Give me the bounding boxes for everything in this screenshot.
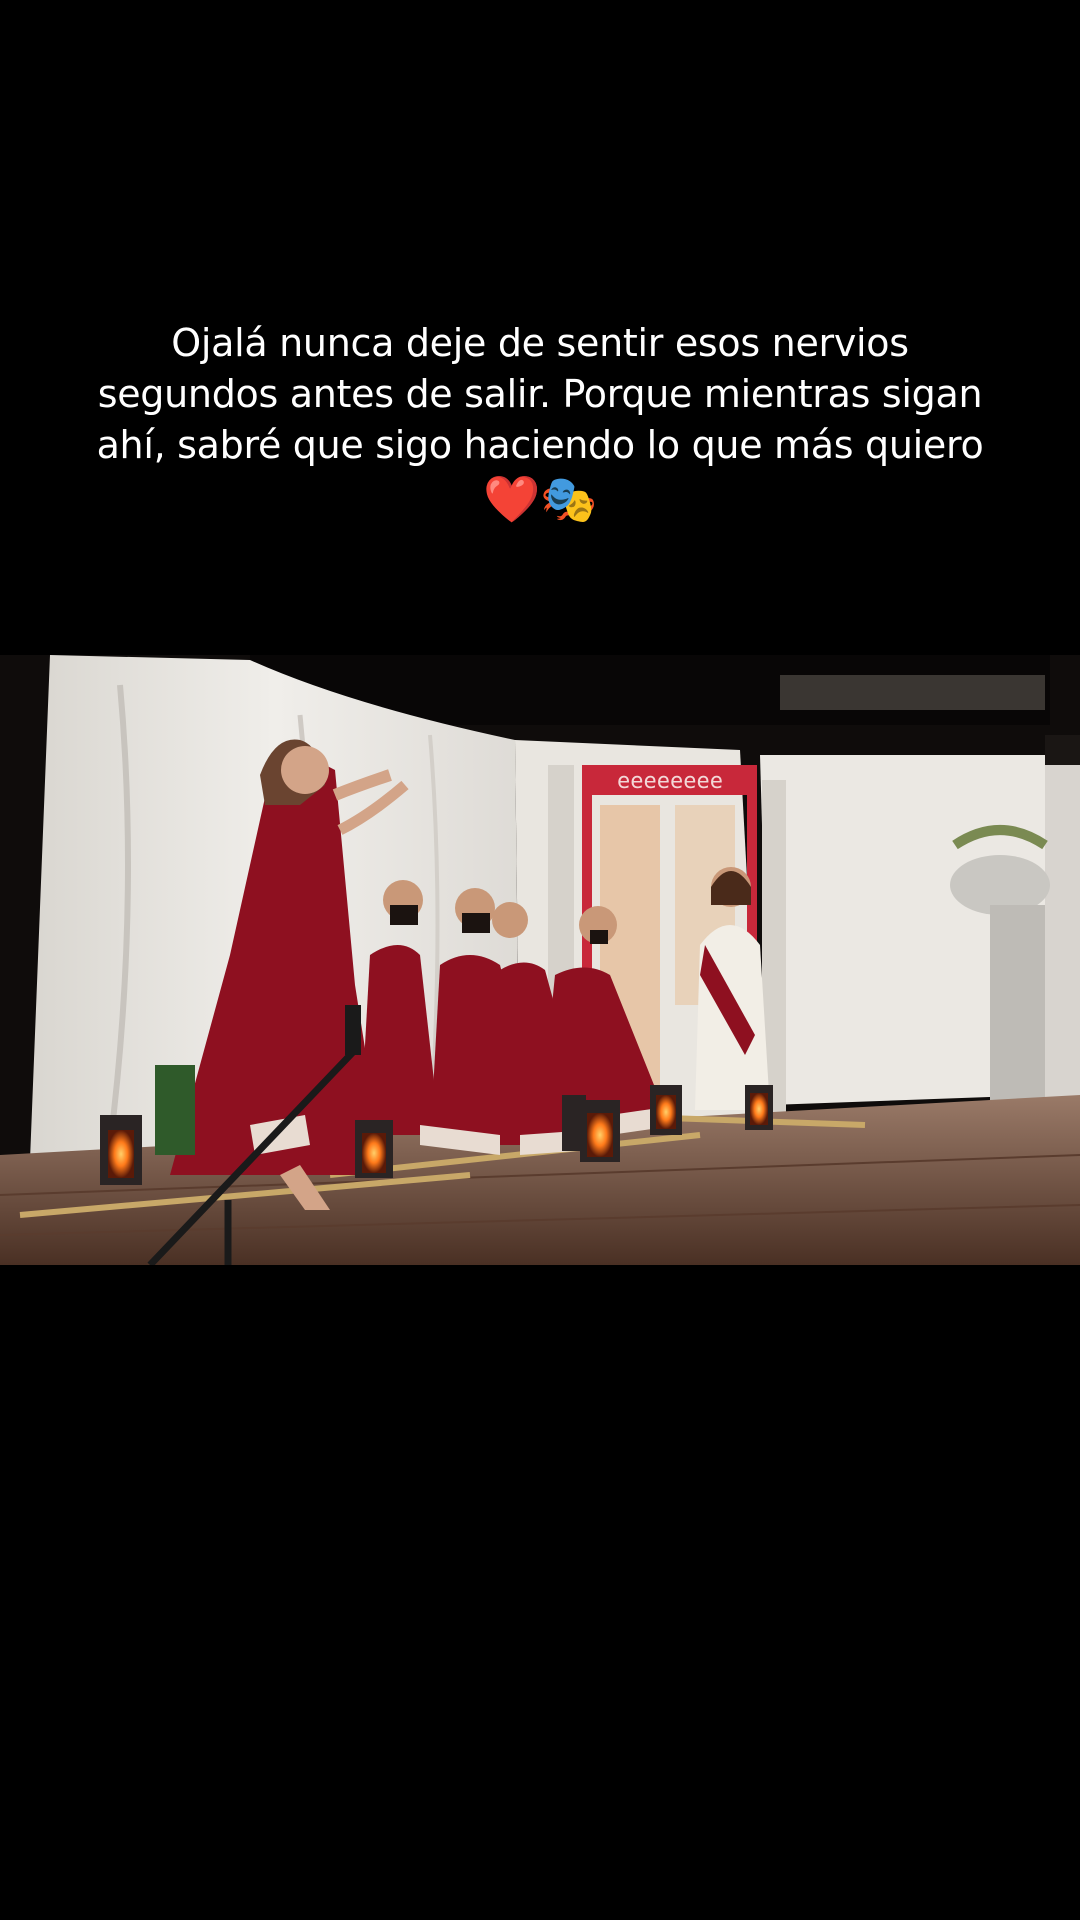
stage-photo: ееееееее <box>0 655 1080 1265</box>
caption-text: Ojalá nunca deje de sentir esos nervios … <box>60 318 1020 527</box>
caption-line-2: segundos antes de salir. Porque mientras… <box>97 372 983 416</box>
meander-pattern: ееееееее <box>617 769 723 794</box>
caption-emojis: ❤️🎭 <box>483 472 597 526</box>
caption-line-3: ahí, sabré que sigo haciendo lo que más … <box>96 423 984 467</box>
video-player[interactable]: ееееееее <box>0 655 1080 1265</box>
caption-line-1: Ojalá nunca deje de sentir esos nervios <box>171 321 909 365</box>
